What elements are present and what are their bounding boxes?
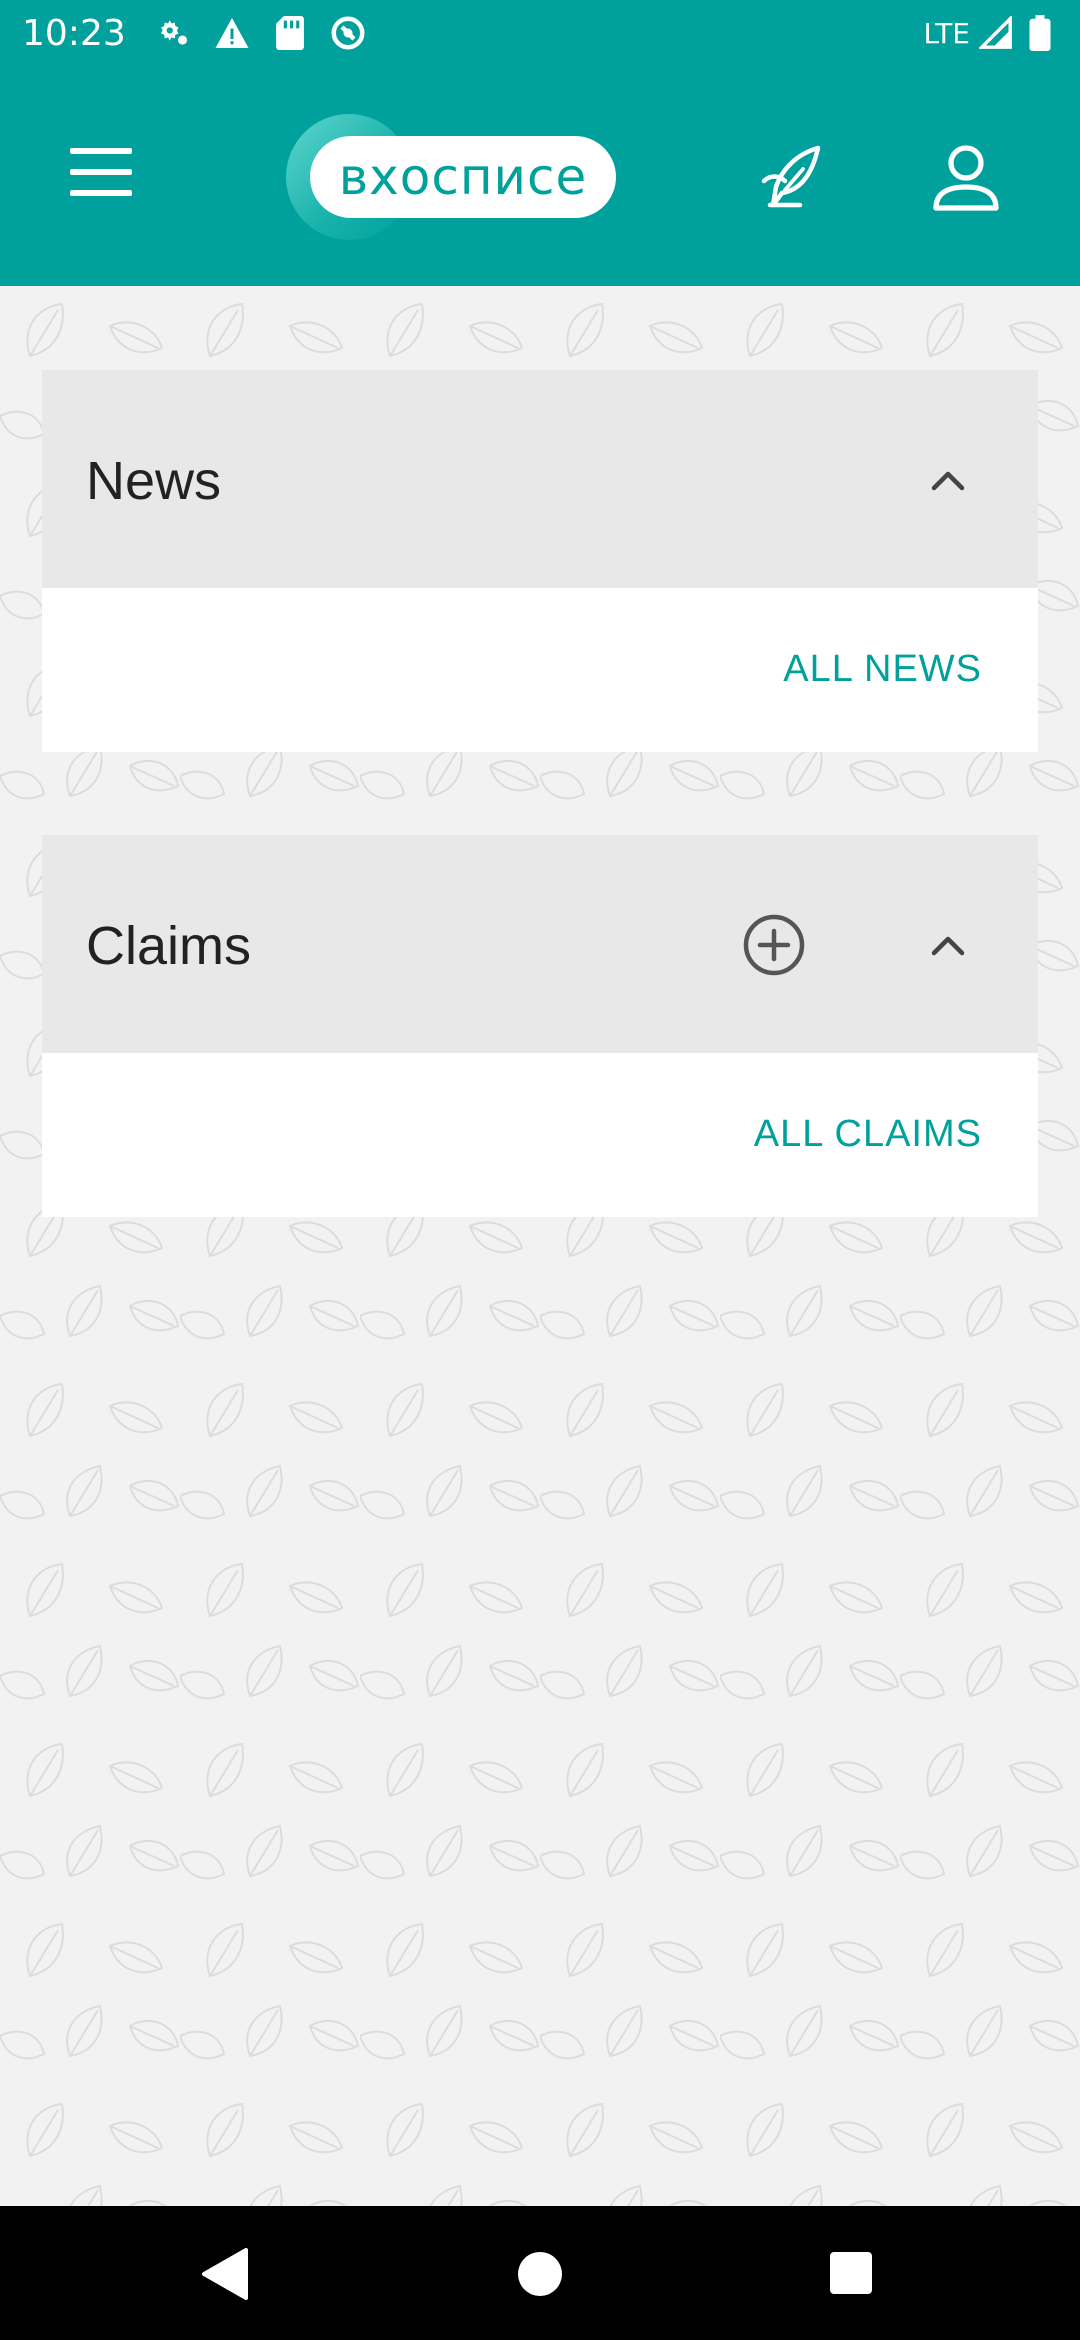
menu-button[interactable] xyxy=(70,146,150,206)
chevron-up-icon[interactable] xyxy=(928,925,968,965)
app-bar: вхосписе xyxy=(0,66,1080,286)
network-type: LTE xyxy=(923,16,970,50)
back-icon[interactable] xyxy=(200,2246,250,2302)
status-time: 10:23 xyxy=(22,12,126,54)
logo-text: вхосписе xyxy=(310,136,616,218)
battery-icon xyxy=(1022,15,1058,51)
status-icons-left xyxy=(156,15,366,51)
status-icons-right: LTE xyxy=(923,15,1058,51)
news-card: News ALL NEWS xyxy=(42,370,1038,752)
status-bar: 10:23 LTE xyxy=(0,0,1080,66)
settings-icon xyxy=(156,15,192,51)
claims-card: Claims ALL CLAIMS xyxy=(42,835,1038,1217)
claims-title: Claims xyxy=(86,916,252,976)
chevron-up-icon[interactable] xyxy=(928,460,968,500)
news-card-body: ALL NEWS xyxy=(42,588,1038,752)
claims-card-header[interactable]: Claims xyxy=(42,835,1038,1053)
app-logo: вхосписе xyxy=(286,114,626,240)
add-claim-icon[interactable] xyxy=(742,913,806,977)
quill-icon xyxy=(761,145,821,208)
sync-icon xyxy=(330,15,366,51)
all-news-link[interactable]: ALL NEWS xyxy=(783,648,982,691)
all-claims-link[interactable]: ALL CLAIMS xyxy=(754,1113,982,1156)
navigation-bar xyxy=(0,2206,1080,2340)
warning-icon xyxy=(214,15,250,51)
signal-icon xyxy=(978,15,1014,51)
news-title: News xyxy=(86,451,222,511)
profile-button[interactable] xyxy=(930,142,1010,222)
claims-card-body: ALL CLAIMS xyxy=(42,1053,1038,1217)
menu-icon xyxy=(70,148,132,196)
quill-button[interactable] xyxy=(758,142,834,218)
recents-icon[interactable] xyxy=(830,2252,872,2294)
news-card-header[interactable]: News xyxy=(42,370,1038,588)
profile-icon xyxy=(933,145,999,211)
home-icon[interactable] xyxy=(518,2252,562,2296)
sd-card-icon xyxy=(272,15,308,51)
